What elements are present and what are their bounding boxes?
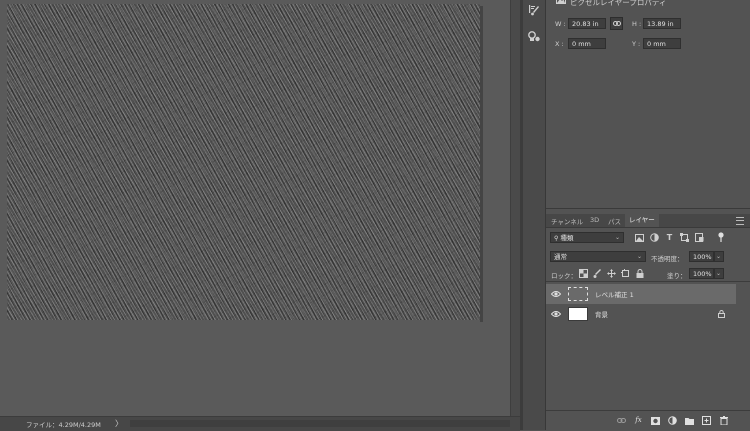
- canvas-shadow: [480, 6, 483, 322]
- new-layer-icon[interactable]: [702, 416, 711, 425]
- tab-3d[interactable]: 3D: [590, 216, 599, 224]
- properties-panel: ピクセルレイヤープロパティ W : 20.83 in H : 13.89 in …: [546, 0, 750, 209]
- layer-effects-icon[interactable]: fx: [634, 415, 643, 424]
- lock-transparent-pixels-icon[interactable]: [579, 269, 588, 278]
- filter-toggle-icon[interactable]: [716, 231, 725, 242]
- blend-mode-value: 通常: [554, 253, 567, 261]
- clone-source-icon[interactable]: [526, 28, 542, 44]
- layer-row[interactable]: レベル補正 1: [546, 284, 736, 304]
- lock-label: ロック：: [551, 272, 577, 280]
- new-group-folder-icon[interactable]: [685, 416, 694, 425]
- height-field[interactable]: 13.89 in: [643, 18, 681, 29]
- lock-all-icon[interactable]: [635, 269, 644, 278]
- canvas-workspace[interactable]: [0, 0, 510, 416]
- layer-row[interactable]: 背景: [546, 304, 736, 324]
- opacity-field[interactable]: 100%: [689, 251, 714, 262]
- y-label: Y :: [632, 40, 641, 48]
- width-label: W :: [555, 20, 566, 28]
- filter-pixel-icon[interactable]: [635, 233, 644, 242]
- visibility-eye-icon[interactable]: [550, 289, 562, 299]
- properties-title: ピクセルレイヤープロパティ: [570, 0, 667, 7]
- panel-menu-icon[interactable]: [736, 217, 744, 225]
- divider: [546, 281, 750, 282]
- visibility-eye-icon[interactable]: [550, 309, 562, 319]
- layers-panel-tabs: チャンネル 3D パス レイヤー: [546, 214, 750, 228]
- link-layers-icon[interactable]: [617, 416, 626, 425]
- layer-filter-dropdown[interactable]: ⚲ 種類 ⌄: [550, 232, 624, 243]
- layer-filter-label: 種類: [560, 234, 574, 242]
- x-label: X :: [555, 40, 564, 48]
- chevron-down-icon: ⌄: [614, 234, 620, 241]
- filter-type-icon[interactable]: T: [665, 233, 674, 242]
- delete-layer-trash-icon[interactable]: [719, 416, 728, 425]
- tab-paths[interactable]: パス: [608, 216, 621, 226]
- add-mask-icon[interactable]: [651, 416, 660, 425]
- filter-adjustment-icon[interactable]: [650, 233, 659, 242]
- opacity-label: 不透明度：: [651, 255, 684, 263]
- layers-bottom-toolbar: fx: [546, 410, 750, 431]
- status-bar: ファイル：4.29M/4.29M 〉: [0, 416, 520, 431]
- chevron-down-icon: ⌄: [715, 270, 721, 277]
- pixel-layer-icon: [556, 0, 566, 4]
- x-field[interactable]: 0 mm: [568, 38, 606, 49]
- horizontal-scrollbar[interactable]: [130, 420, 510, 427]
- status-menu-arrow[interactable]: 〉: [115, 418, 123, 429]
- document-canvas-noise-image[interactable]: [7, 4, 480, 320]
- collapsed-panel-strip: [523, 0, 546, 430]
- chain-link-icon: [612, 21, 621, 26]
- search-icon: ⚲: [554, 235, 559, 242]
- layer-thumbnail: [568, 307, 588, 321]
- filter-smart-object-icon[interactable]: [695, 233, 704, 242]
- fill-label: 塗り：: [667, 272, 687, 280]
- chevron-down-icon: ⌄: [715, 253, 721, 260]
- filter-shape-icon[interactable]: [680, 233, 689, 242]
- layer-name[interactable]: 背景: [595, 309, 608, 319]
- chevron-down-icon: ⌄: [636, 253, 642, 260]
- right-panel: ピクセルレイヤープロパティ W : 20.83 in H : 13.89 in …: [546, 0, 750, 430]
- blend-mode-dropdown[interactable]: 通常 ⌄: [550, 251, 646, 262]
- file-size-info: ファイル：4.29M/4.29M: [26, 421, 101, 429]
- tab-layers[interactable]: レイヤー: [625, 214, 659, 227]
- width-field[interactable]: 20.83 in: [568, 18, 606, 29]
- layer-lock-icon: [718, 310, 725, 320]
- fill-field[interactable]: 100%: [689, 268, 714, 279]
- fill-dropdown[interactable]: ⌄: [714, 268, 724, 279]
- lock-artboard-icon[interactable]: [621, 269, 630, 278]
- link-dimensions-button[interactable]: [610, 17, 623, 30]
- y-field[interactable]: 0 mm: [643, 38, 681, 49]
- layer-name[interactable]: レベル補正 1: [595, 289, 634, 299]
- layer-thumbnail: [568, 287, 588, 301]
- tab-channels[interactable]: チャンネル: [551, 216, 583, 226]
- opacity-dropdown[interactable]: ⌄: [714, 251, 724, 262]
- brush-settings-icon[interactable]: [526, 2, 542, 18]
- lock-image-pixels-icon[interactable]: [593, 269, 602, 278]
- height-label: H :: [632, 20, 642, 28]
- new-adjustment-layer-icon[interactable]: [668, 416, 677, 425]
- lock-position-icon[interactable]: [607, 269, 616, 278]
